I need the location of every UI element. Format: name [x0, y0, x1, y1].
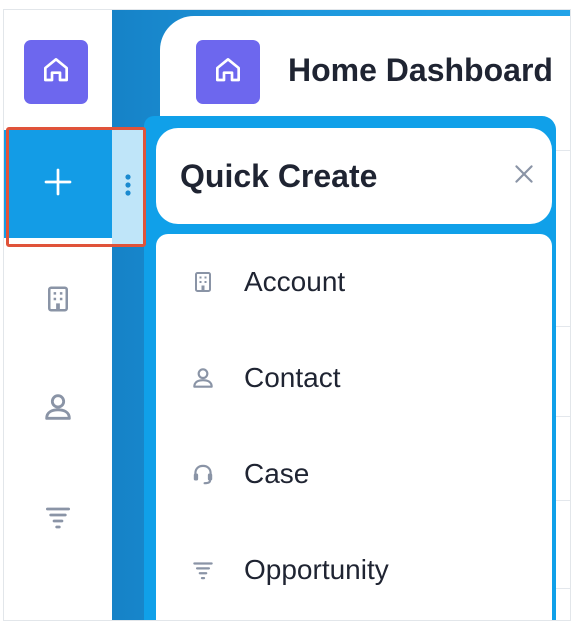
person-icon: [41, 390, 75, 429]
quick-create-item-label: Case: [244, 458, 310, 489]
quick-create-header: Quick Create: [156, 128, 552, 224]
nav-contacts-button[interactable]: [4, 355, 112, 463]
nav-home-button[interactable]: [24, 40, 88, 104]
quick-create-panel: Quick Create Account Contact Case Opport…: [144, 116, 556, 620]
page-title: Home Dashboard: [288, 52, 553, 88]
quick-create-item-label: Contact: [244, 362, 341, 393]
quick-create-item-label: Account: [244, 266, 346, 297]
close-button[interactable]: [506, 158, 542, 194]
headset-icon: [189, 460, 217, 488]
nav-accounts-button[interactable]: [4, 247, 112, 355]
funnel-icon: [189, 556, 217, 584]
sidebar: [4, 10, 112, 620]
home-icon: [212, 54, 244, 91]
person-icon: [189, 364, 217, 392]
funnel-icon: [42, 501, 74, 538]
app-window: Home Dashboard Quick Create Account Cont…: [4, 10, 570, 620]
quick-create-menu: Account Contact Case Opportunity: [156, 234, 552, 620]
nav-quick-create-button[interactable]: [4, 130, 112, 238]
quick-create-contact[interactable]: Contact: [156, 330, 552, 426]
quick-create-account[interactable]: Account: [156, 234, 552, 330]
building-icon: [189, 268, 217, 296]
building-icon: [43, 284, 73, 319]
home-icon: [40, 54, 72, 91]
plus-icon: [40, 164, 76, 205]
dashboard-icon-tile: [196, 40, 260, 104]
quick-create-case[interactable]: Case: [156, 426, 552, 522]
quick-create-opportunity[interactable]: Opportunity: [156, 522, 552, 618]
quick-create-title: Quick Create: [180, 158, 378, 194]
close-icon: [511, 161, 537, 192]
quick-create-item-label: Opportunity: [244, 554, 389, 585]
vertical-dots-icon: [124, 171, 132, 204]
nav-more-button[interactable]: [112, 130, 144, 244]
nav-opportunities-button[interactable]: [4, 465, 112, 573]
